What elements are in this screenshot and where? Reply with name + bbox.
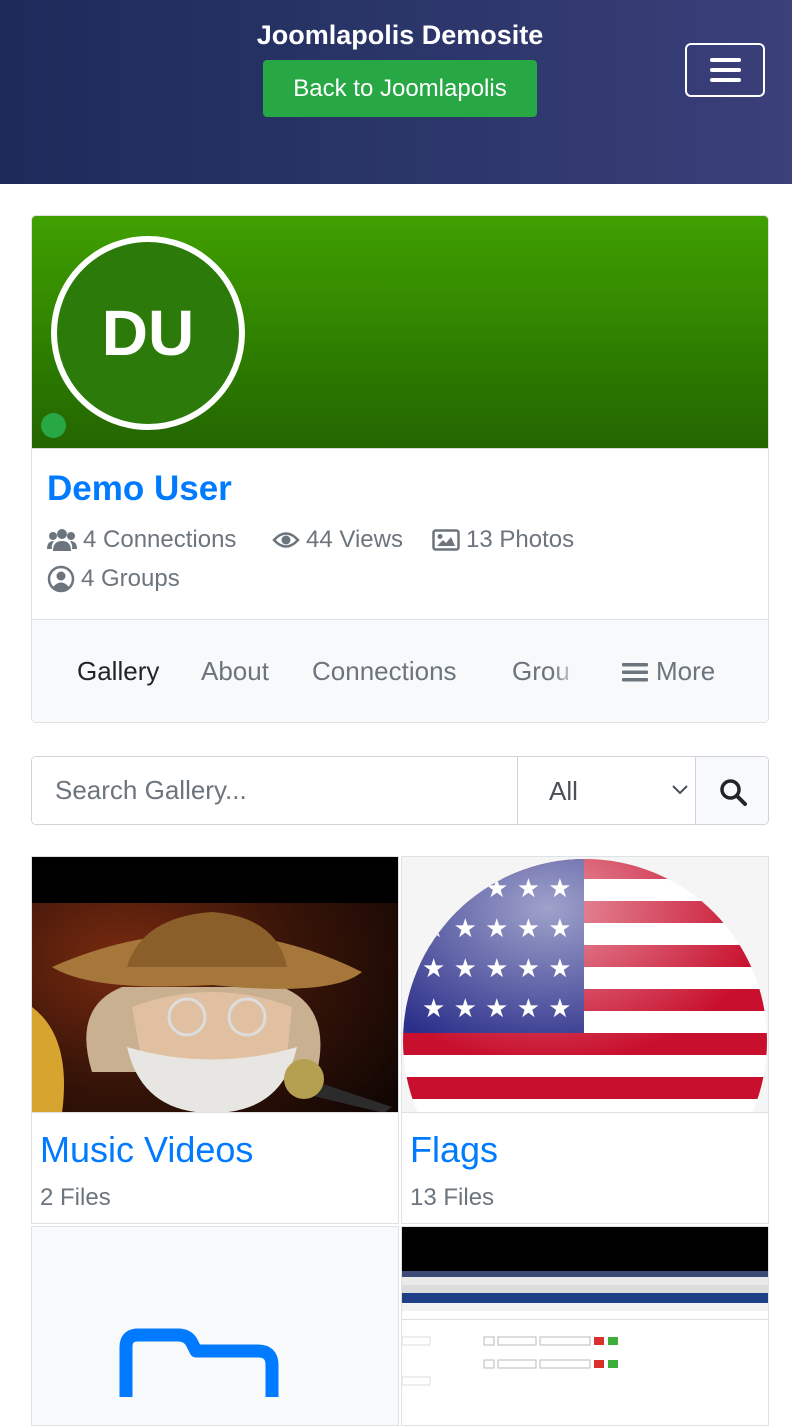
gallery-search-bar: All — [31, 756, 769, 825]
search-input[interactable] — [32, 757, 517, 824]
profile-card: DU Demo User 4 Connections 44 Views 13 P… — [31, 215, 769, 723]
gallery-file-count: 2 Files — [40, 1184, 111, 1211]
profile-tabs: Gallery About Connections Grou More — [32, 619, 768, 722]
site-header: Joomlapolis Demosite Back to Joomlapolis — [0, 0, 792, 184]
hamburger-line-icon — [710, 58, 741, 62]
hamburger-line-icon — [710, 68, 741, 72]
groups-count: 4 Groups — [81, 565, 180, 592]
folder-icon — [119, 1328, 279, 1397]
screenshot-thumbnail-icon — [402, 1227, 768, 1397]
tab-about[interactable]: About — [201, 656, 269, 687]
avatar[interactable]: DU — [51, 236, 245, 430]
chevron-down-icon — [672, 785, 688, 795]
tab-gallery[interactable]: Gallery — [77, 656, 159, 687]
gallery-tile-screenshot[interactable] — [401, 1226, 769, 1426]
connections-stat[interactable]: 4 Connections — [47, 526, 236, 554]
site-title[interactable]: Joomlapolis Demosite — [0, 20, 792, 51]
gallery-tile-flags[interactable]: ★ ★ ★ ★ ★ ★ ★ ★ ★ ★ ★ ★ ★ ★ ★ ★ ★ ★ ★ ★ … — [401, 856, 769, 1224]
photos-stat[interactable]: 13 Photos — [432, 526, 574, 554]
us-flag-sphere-icon: ★ ★ ★ ★ ★ ★ ★ ★ ★ ★ ★ ★ ★ ★ ★ ★ ★ ★ ★ ★ — [402, 857, 768, 1112]
gallery-title[interactable]: Music Videos — [40, 1129, 253, 1171]
gallery-filter-select[interactable]: All — [517, 757, 695, 824]
gallery-title[interactable]: Flags — [410, 1129, 498, 1171]
groups-stat[interactable]: 4 Groups — [47, 565, 180, 593]
bars-icon — [622, 662, 648, 681]
musician-photo-icon — [32, 857, 398, 1112]
image-icon — [432, 529, 460, 551]
more-label: More — [656, 656, 716, 686]
connections-count: 4 Connections — [83, 526, 237, 553]
more-tabs-button[interactable]: More — [622, 656, 715, 687]
gallery-file-count: 13 Files — [410, 1184, 495, 1211]
gallery-tile-folder[interactable] — [31, 1226, 399, 1426]
search-button[interactable] — [695, 757, 768, 824]
users-icon — [47, 529, 77, 551]
hamburger-line-icon — [710, 78, 741, 82]
flags-thumbnail[interactable]: ★ ★ ★ ★ ★ ★ ★ ★ ★ ★ ★ ★ ★ ★ ★ ★ ★ ★ ★ ★ — [402, 857, 768, 1113]
views-stat: 44 Views — [272, 526, 403, 554]
profile-cover: DU — [32, 216, 768, 449]
filter-selected-value: All — [549, 776, 578, 806]
tab-groups-clip: Grou — [512, 640, 582, 710]
gallery-tile-music-videos[interactable]: Music Videos 2 Files — [31, 856, 399, 1224]
views-count: 44 Views — [306, 526, 403, 553]
user-name-link[interactable]: Demo User — [47, 469, 232, 509]
menu-toggle-button[interactable] — [685, 43, 765, 97]
tab-connections[interactable]: Connections — [312, 656, 457, 687]
online-status-icon — [41, 413, 66, 438]
photos-count: 13 Photos — [466, 526, 575, 553]
back-to-joomlapolis-button[interactable]: Back to Joomlapolis — [263, 60, 537, 117]
tab-groups[interactable]: Grou — [512, 656, 570, 687]
music-videos-thumbnail[interactable] — [32, 857, 398, 1113]
search-icon — [720, 779, 747, 806]
eye-icon — [272, 532, 300, 548]
user-circle-icon — [47, 565, 75, 593]
